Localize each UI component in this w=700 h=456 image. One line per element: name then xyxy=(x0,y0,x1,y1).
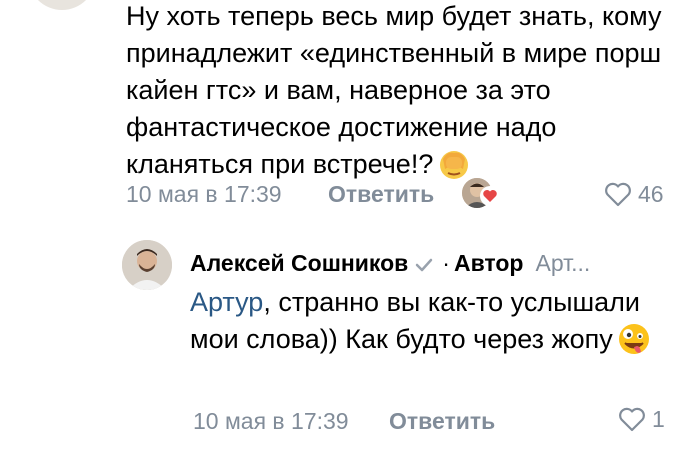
reply-time: 10 мая в 17:39 xyxy=(193,408,349,434)
reply-like-button[interactable]: 1 xyxy=(618,406,665,433)
reply-text: Артур, странно вы как-то услышали мои сл… xyxy=(190,284,670,366)
reply-header: Алексей Сошников · Автор Арт... xyxy=(190,250,590,279)
comment-reply-button[interactable]: Ответить xyxy=(328,181,434,208)
comment-text: Ну хоть теперь весь мир будет знать, ком… xyxy=(126,0,686,191)
comment-time: 10 мая в 17:39 xyxy=(126,181,282,207)
reply-likes-count: 1 xyxy=(652,406,665,432)
commenter-avatar[interactable] xyxy=(28,0,96,10)
heart-outline-icon xyxy=(605,182,631,207)
comment-likes-count: 46 xyxy=(638,181,664,207)
reply-reply-button[interactable]: Ответить xyxy=(389,408,495,435)
header-separator: · xyxy=(442,250,450,276)
heart-badge-icon xyxy=(480,186,500,206)
mention-link[interactable]: Артур xyxy=(190,287,263,317)
liker-avatar[interactable] xyxy=(462,178,500,212)
heart-outline-icon xyxy=(619,407,645,432)
zany-face-emoji xyxy=(617,322,651,366)
reply-author-avatar[interactable] xyxy=(122,240,172,290)
reply-to-link[interactable]: Арт... xyxy=(535,250,590,276)
comment-like-button[interactable]: 46 xyxy=(604,181,664,208)
verified-check-icon xyxy=(414,252,434,279)
comment-body: Ну хоть теперь весь мир будет знать, ком… xyxy=(126,1,662,179)
reply-author-name[interactable]: Алексей Сошников xyxy=(190,250,408,276)
author-badge: Автор xyxy=(453,250,524,276)
